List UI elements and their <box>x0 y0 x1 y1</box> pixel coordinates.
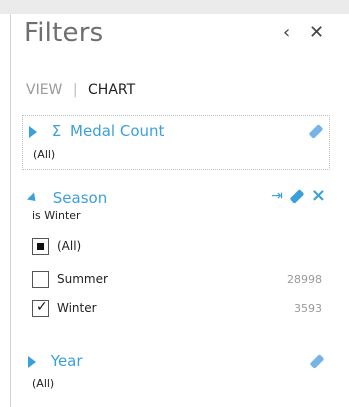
checkbox-winter[interactable]: ✓ <box>32 299 49 317</box>
collapse-triangle-icon[interactable] <box>26 192 40 205</box>
list-item[interactable]: (All) <box>32 238 322 258</box>
checkbox-summer[interactable] <box>32 271 49 288</box>
eraser-icon[interactable] <box>309 354 325 369</box>
expand-triangle-icon[interactable] <box>29 125 37 138</box>
filter-summary-medal-count: (All) <box>33 148 56 161</box>
item-label-all: (All) <box>57 239 82 253</box>
filter-year[interactable]: Year (All) <box>22 346 330 396</box>
panel-title: Filters <box>24 18 104 48</box>
filter-header-year[interactable]: Year <box>28 352 83 370</box>
item-count-winter: 3593 <box>294 302 322 315</box>
item-label-summer: Summer <box>57 272 108 286</box>
tab-view[interactable]: VIEW <box>26 82 62 98</box>
filter-summary-season: is Winter <box>32 209 81 222</box>
filter-season: Season ⇥ × is Winter (All) Summer 28998 … <box>22 183 330 333</box>
expand-triangle-icon[interactable] <box>28 355 36 368</box>
partial-fill-icon <box>37 243 44 250</box>
filter-header-medal-count[interactable]: Σ Medal Count <box>29 122 164 140</box>
filter-name-season: Season <box>52 189 108 207</box>
close-icon[interactable]: ✕ <box>309 24 324 42</box>
top-band <box>0 0 349 14</box>
checkmark-icon: ✓ <box>36 299 48 315</box>
list-item[interactable]: Summer 28998 <box>32 271 322 291</box>
checkbox-all[interactable] <box>32 238 49 255</box>
item-count-summer: 28998 <box>287 273 322 286</box>
list-item[interactable]: ✓ Winter 3593 <box>32 299 322 320</box>
filter-medal-count[interactable]: Σ Medal Count (All) <box>22 115 330 170</box>
advanced-filter-icon[interactable]: ⇥ <box>271 189 283 203</box>
collapse-icon[interactable]: ‹ <box>283 24 290 42</box>
filter-summary-year: (All) <box>32 377 55 390</box>
sigma-icon: Σ <box>51 122 62 140</box>
eraser-icon[interactable] <box>289 188 305 204</box>
season-header-actions: ⇥ × <box>271 187 326 205</box>
tab-chart[interactable]: CHART <box>88 82 135 98</box>
tab-separator: | <box>72 82 78 98</box>
filter-name-medal-count: Medal Count <box>70 122 165 140</box>
delete-x-icon[interactable]: × <box>311 187 326 205</box>
eraser-icon[interactable] <box>308 124 324 139</box>
filter-header-season[interactable]: Season <box>26 189 108 207</box>
item-label-winter: Winter <box>57 301 97 315</box>
view-tabs: VIEW | CHART <box>26 82 135 98</box>
filter-name-year: Year <box>50 352 83 370</box>
